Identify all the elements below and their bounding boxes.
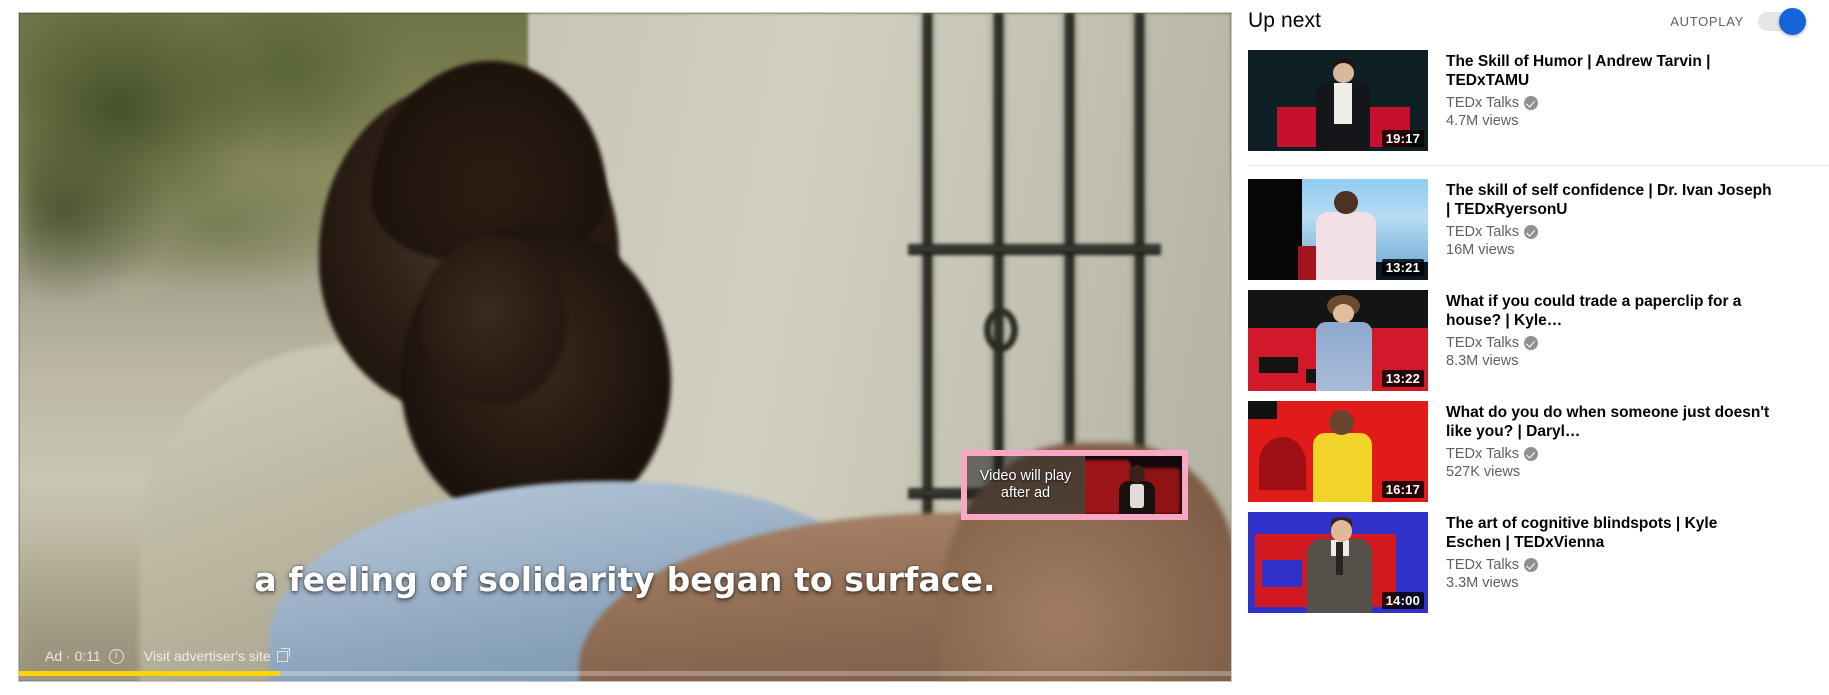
video-thumbnail[interactable]: 13:22 [1248, 290, 1428, 391]
page-root: Video will play after ad a feeling of so… [0, 0, 1829, 695]
ad-progress-bar[interactable] [19, 671, 1231, 676]
list-item[interactable]: 14:00 The art of cognitive blindspots | K… [1248, 507, 1829, 618]
autoplay-toggle[interactable] [1758, 7, 1806, 35]
overlay-line-2: after ad [1000, 485, 1051, 501]
overlay-text: Video will play after ad [967, 456, 1084, 514]
view-count: 4.7M views [1446, 113, 1519, 129]
video-duration-badge: 14:00 [1381, 592, 1424, 609]
video-meta: The Skill of Humor | Andrew Tarvin | TED… [1446, 50, 1776, 151]
verified-badge-icon [1524, 447, 1539, 461]
video-duration-badge: 13:21 [1381, 259, 1424, 276]
verified-badge-icon [1524, 336, 1539, 350]
ad-time-label: Ad · 0:11 [45, 648, 101, 664]
ad-progress-fill [19, 671, 280, 676]
scene-figure-ear [421, 235, 567, 405]
overlay-line-1: Video will play [979, 468, 1072, 484]
list-divider [1248, 165, 1829, 166]
channel-name[interactable]: TEDx Talks [1446, 557, 1519, 573]
video-will-play-after-ad-overlay[interactable]: Video will play after ad [961, 450, 1188, 520]
channel-name[interactable]: TEDx Talks [1446, 224, 1519, 240]
video-title[interactable]: What if you could trade a paperclip for … [1446, 292, 1776, 330]
channel-name[interactable]: TEDx Talks [1446, 335, 1519, 351]
external-link-icon [276, 647, 290, 662]
autoplay-label: AUTOPLAY [1670, 13, 1744, 29]
video-duration-badge: 16:17 [1381, 481, 1424, 498]
channel-row: TEDx Talks [1446, 557, 1776, 573]
verified-badge-icon [1524, 96, 1539, 110]
autoplay-control[interactable]: AUTOPLAY [1670, 7, 1806, 35]
visit-advertiser-site-link[interactable]: Visit advertiser's site [143, 647, 290, 664]
ad-control-bar: Ad · 0:11 i Visit advertiser's site [19, 643, 1231, 669]
autoplay-toggle-knob [1779, 7, 1806, 35]
list-item[interactable]: 13:22 What if you could trade a paperclip… [1248, 285, 1829, 396]
video-stage[interactable] [19, 13, 1231, 681]
view-count: 8.3M views [1446, 353, 1519, 369]
up-next-heading: Up next [1248, 9, 1322, 32]
video-thumbnail[interactable]: 16:17 [1248, 401, 1428, 502]
video-duration-badge: 13:22 [1381, 370, 1424, 387]
overlay-thumbnail[interactable] [1084, 456, 1182, 514]
video-player[interactable]: Video will play after ad a feeling of so… [18, 12, 1232, 682]
list-item[interactable]: 19:17 The Skill of Humor | Andrew Tarvin … [1248, 45, 1829, 156]
visit-advertiser-site-label: Visit advertiser's site [143, 648, 271, 664]
video-title[interactable]: The art of cognitive blindspots | Kyle E… [1446, 514, 1776, 552]
list-item[interactable]: 13:21 The skill of self confidence | Dr. … [1248, 174, 1829, 285]
verified-badge-icon [1524, 558, 1539, 572]
verified-badge-icon [1524, 225, 1539, 239]
video-thumbnail[interactable]: 14:00 [1248, 512, 1428, 613]
video-meta: The skill of self confidence | Dr. Ivan … [1446, 179, 1776, 280]
video-thumbnail[interactable]: 13:21 [1248, 179, 1428, 280]
video-meta: What if you could trade a paperclip for … [1446, 290, 1776, 391]
video-thumbnail[interactable]: 19:17 [1248, 50, 1428, 151]
channel-name[interactable]: TEDx Talks [1446, 95, 1519, 111]
channel-row: TEDx Talks [1446, 224, 1776, 240]
info-icon[interactable]: i [108, 648, 124, 664]
channel-row: TEDx Talks [1446, 95, 1776, 111]
channel-row: TEDx Talks [1446, 335, 1776, 351]
video-title[interactable]: The Skill of Humor | Andrew Tarvin | TED… [1446, 52, 1776, 90]
video-meta: The art of cognitive blindspots | Kyle E… [1446, 512, 1776, 613]
list-item[interactable]: 16:17 What do you do when someone just do… [1248, 396, 1829, 507]
video-meta: What do you do when someone just doesn't… [1446, 401, 1776, 502]
video-duration-badge: 19:17 [1381, 130, 1424, 147]
view-count: 16M views [1446, 242, 1515, 258]
view-count: 527K views [1446, 464, 1521, 480]
channel-name[interactable]: TEDx Talks [1446, 446, 1519, 462]
video-title[interactable]: What do you do when someone just doesn't… [1446, 403, 1776, 441]
up-next-sidebar: Up next AUTOPLAY 19:17 The Skill of Humor… [1248, 0, 1829, 695]
view-count: 3.3M views [1446, 575, 1519, 591]
sidebar-header: Up next AUTOPLAY [1248, 0, 1829, 42]
up-next-video-list: 19:17 The Skill of Humor | Andrew Tarvin … [1248, 42, 1829, 618]
channel-row: TEDx Talks [1446, 446, 1776, 462]
video-title[interactable]: The skill of self confidence | Dr. Ivan … [1446, 181, 1776, 219]
